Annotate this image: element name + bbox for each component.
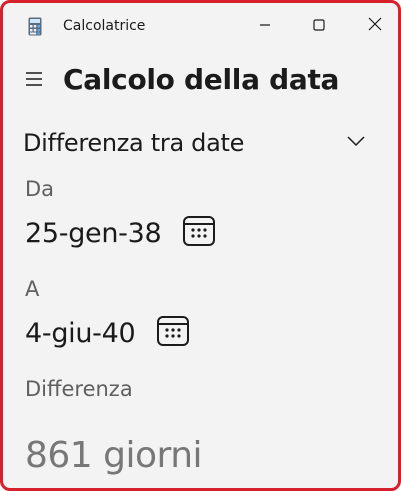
maximize-icon bbox=[313, 16, 325, 35]
difference-label: Differenza bbox=[25, 377, 133, 401]
chevron-down-icon bbox=[345, 133, 367, 147]
from-date-value[interactable]: 25-gen-38 bbox=[25, 218, 162, 249]
mode-dropdown[interactable]: Differenza tra date bbox=[23, 123, 383, 163]
to-date-picker-button[interactable] bbox=[155, 315, 191, 351]
hamburger-icon bbox=[25, 72, 43, 91]
to-date-label: A bbox=[25, 277, 40, 301]
minimize-icon bbox=[259, 16, 271, 35]
to-date-value[interactable]: 4-giu-40 bbox=[25, 318, 136, 349]
close-icon bbox=[368, 16, 382, 35]
close-button[interactable] bbox=[363, 13, 387, 37]
maximize-button[interactable] bbox=[307, 13, 331, 37]
navigation-menu-button[interactable] bbox=[25, 71, 43, 87]
from-date-row: 25-gen-38 bbox=[25, 213, 217, 253]
page-title: Calcolo della data bbox=[63, 63, 340, 96]
mode-selected-label: Differenza tra date bbox=[23, 129, 245, 157]
calculator-window: Calcolatrice Calcolo della data Differen… bbox=[0, 0, 401, 491]
window-title: Calcolatrice bbox=[63, 18, 146, 34]
difference-value: 861 giorni bbox=[25, 435, 203, 476]
to-date-row: 4-giu-40 bbox=[25, 313, 191, 353]
calendar-icon bbox=[156, 314, 190, 352]
minimize-button[interactable] bbox=[253, 13, 277, 37]
calculator-icon bbox=[28, 17, 42, 36]
calendar-icon bbox=[182, 214, 216, 252]
from-date-picker-button[interactable] bbox=[181, 215, 217, 251]
title-bar[interactable]: Calcolatrice bbox=[3, 3, 398, 47]
from-date-label: Da bbox=[25, 177, 55, 201]
